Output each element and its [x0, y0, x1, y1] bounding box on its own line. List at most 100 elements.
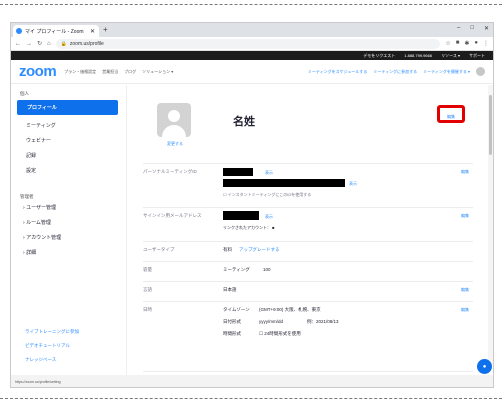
header-actions: ミーティングをスケジュールする ミーティングに参加する ミーティングを開催する … [308, 67, 485, 76]
redacted-value [223, 179, 345, 187]
maximize-icon[interactable]: □ [470, 25, 474, 32]
sidebar-item-recordings[interactable]: 記録 [11, 148, 126, 163]
zoom-logo[interactable]: zoom [19, 63, 57, 80]
upgrade-link[interactable]: アップグレードする [239, 247, 280, 253]
chat-help-button[interactable]: ● [477, 359, 492, 374]
user-type-value: 有料 [223, 247, 232, 252]
close-window-icon[interactable]: ✕ [484, 25, 489, 32]
profile-avatar[interactable] [157, 103, 191, 137]
nav-item[interactable]: 営業担当 [102, 69, 118, 75]
tab-title: マイ プロフィール - Zoom [25, 28, 84, 35]
time-format-value: ☐ 24時間形式を使用 [259, 331, 301, 336]
live-training-link[interactable]: ライブトレーニングに参加 [25, 325, 79, 339]
back-icon[interactable]: ← [15, 41, 21, 47]
menu-icon[interactable]: ⋮ [483, 40, 489, 47]
show-pmi-link[interactable]: 表示 [265, 170, 273, 176]
nav-item[interactable]: プラン・価格設定 [64, 69, 96, 75]
status-bar: https://zoom.us/profile/setting [11, 375, 493, 387]
linked-accounts-text: リンクされたアカウント： ■ [223, 225, 275, 230]
profile-icon[interactable]: ● [474, 40, 478, 47]
row-signin-email: サインイン用メールアドレス 表示 リンクされたアカウント： ■ 編集 [143, 207, 473, 241]
sidebar-item-advanced[interactable]: › 詳細 [11, 245, 126, 260]
sidebar-item-account-management[interactable]: › アカウント管理 [11, 230, 126, 245]
sidebar-links: ライブトレーニングに参加 ビデオチュートリアル ナレッジベース [25, 325, 79, 367]
row-label: ユーザータイプ [143, 247, 175, 252]
profile-name: 名姓 [233, 116, 255, 128]
forward-icon[interactable]: → [26, 41, 32, 47]
sidebar-heading-personal: 個人 [20, 91, 29, 96]
reload-icon[interactable]: ↻ [37, 40, 42, 47]
dashed-border-top [0, 4, 502, 5]
browser-window: マイ プロフィール - Zoom ✕ + – □ ✕ ← → ↻ ⌂ 🔒 zoo… [10, 22, 494, 388]
sidebar-item-room-management[interactable]: › ルーム管理 [11, 215, 126, 230]
sidebar-heading-admin: 管理者 [20, 194, 34, 199]
url-input[interactable]: 🔒 zoom.us/profile [55, 38, 441, 49]
user-avatar[interactable] [476, 67, 485, 76]
date-format-example: 例：2021/08/13 [307, 319, 339, 324]
row-label: パーソナルミーティングID [143, 169, 197, 174]
star-icon[interactable]: ☆ [445, 40, 450, 47]
row-language: 言語 日本語 編集 [143, 281, 473, 301]
edit-datetime-button[interactable]: 編集 [461, 307, 469, 313]
sidebar-item-user-management[interactable]: › ユーザー管理 [11, 200, 126, 215]
edit-language-button[interactable]: 編集 [461, 287, 469, 293]
home-icon[interactable]: ⌂ [47, 41, 51, 47]
window-controls: – □ ✕ [457, 25, 489, 32]
nav-item[interactable]: ブログ [124, 69, 136, 75]
join-meeting-link[interactable]: ミーティングに参加する [373, 69, 417, 75]
address-bar: ← → ↻ ⌂ 🔒 zoom.us/profile ☆ ■ ✱ ● ⋮ [11, 37, 493, 51]
tab-strip: マイ プロフィール - Zoom ✕ + – □ ✕ [11, 23, 493, 37]
sidebar-item-webinars[interactable]: ウェビナー [11, 133, 126, 148]
row-capacity: 容量 ミーティング 100 [143, 261, 473, 281]
top-utility-bar: デモをリクエスト 1.888.799.9666 リソース ▾ サポート [11, 51, 493, 60]
time-format-label: 時間形式 [223, 331, 241, 336]
row-label: サインイン用メールアドレス [143, 213, 202, 218]
schedule-meeting-link[interactable]: ミーティングをスケジュールする [308, 69, 367, 75]
host-meeting-link[interactable]: ミーティングを開催する ▾ [423, 69, 470, 75]
row-user-type: ユーザータイプ 有料 アップグレードする [143, 241, 473, 261]
browser-tab[interactable]: マイ プロフィール - Zoom ✕ [13, 25, 99, 37]
topbar-link[interactable]: リソース ▾ [441, 53, 460, 59]
change-avatar-link[interactable]: 変更する [167, 141, 183, 147]
row-label: 容量 [143, 267, 152, 272]
capacity-label: ミーティング [223, 267, 250, 272]
page-scrollbar[interactable] [488, 85, 493, 365]
zoom-header: zoom プラン・価格設定 営業担当 ブログ ソリューション ▾ ミーティングを… [11, 60, 493, 84]
show-email-link[interactable]: 表示 [265, 214, 273, 220]
topbar-link[interactable]: デモをリクエスト [363, 53, 395, 59]
sidebar-item-settings[interactable]: 設定 [11, 163, 126, 178]
redacted-value [223, 211, 259, 220]
video-tutorials-link[interactable]: ビデオチュートリアル [25, 339, 79, 353]
header-nav: プラン・価格設定 営業担当 ブログ ソリューション ▾ [64, 69, 173, 75]
profile-main: 変更する 名姓 編集 パーソナルミーティングID 表示 表示 ☐ インスタントミ… [139, 85, 479, 385]
timezone-value: (GMT+9:00) 大阪、札幌、東京 [259, 307, 321, 312]
sidebar: 個人 プロフィール ミーティング ウェビナー 記録 設定 管理者 › ユーザー管… [11, 85, 127, 375]
capacity-value: 100 [263, 267, 271, 272]
edit-pmi-button[interactable]: 編集 [461, 169, 469, 175]
knowledge-base-link[interactable]: ナレッジベース [25, 353, 79, 367]
chat-icon: ● [482, 363, 487, 370]
topbar-link[interactable]: 1.888.799.9666 [404, 53, 432, 58]
topbar-link[interactable]: サポート [469, 53, 485, 59]
language-value: 日本語 [223, 287, 237, 292]
close-tab-icon[interactable]: ✕ [90, 28, 95, 35]
edit-email-button[interactable]: 編集 [461, 213, 469, 219]
row-pmi: パーソナルミーティングID 表示 表示 ☐ インスタントミーティングにこのIDを… [143, 163, 473, 207]
lock-icon: 🔒 [60, 40, 67, 47]
sidebar-item-meetings[interactable]: ミーティング [11, 118, 126, 133]
pmi-instant-checkbox[interactable]: ☐ インスタントミーティングにこのIDを使用する [223, 192, 311, 198]
extension-icon[interactable]: ■ [456, 40, 460, 47]
date-format-label: 日付形式 [223, 319, 241, 324]
sidebar-item-profile[interactable]: プロフィール [17, 100, 118, 115]
url-text: zoom.us/profile [69, 40, 104, 47]
minimize-icon[interactable]: – [457, 25, 460, 32]
nav-item[interactable]: ソリューション ▾ [142, 69, 173, 75]
row-label: 日時 [143, 307, 152, 312]
new-tab-icon[interactable]: + [103, 25, 108, 34]
puzzle-icon[interactable]: ✱ [464, 40, 469, 47]
status-url: https://zoom.us/profile/setting [15, 380, 61, 384]
highlight-box [437, 105, 465, 123]
dashed-border-bottom [0, 398, 502, 399]
show-pmi-link-2[interactable]: 表示 [349, 181, 357, 187]
row-datetime: 日時 タイムゾーン (GMT+9:00) 大阪、札幌、東京 日付形式 yyyy/… [143, 301, 473, 345]
